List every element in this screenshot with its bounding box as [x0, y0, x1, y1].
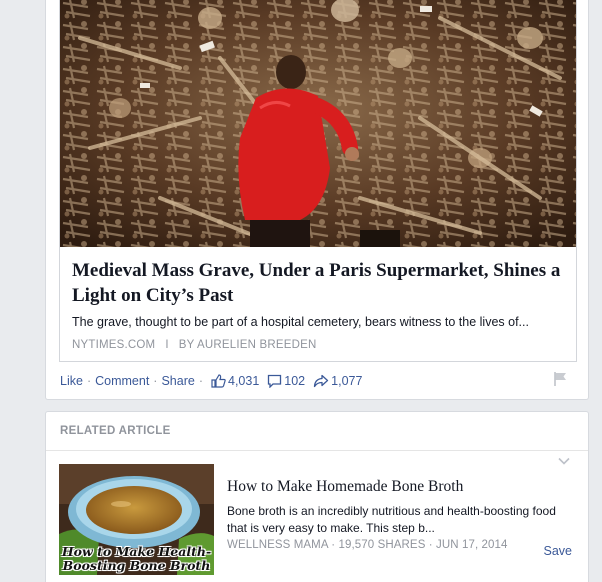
article-author: BY AURELIEN BREEDEN [178, 339, 317, 351]
related-article-card: RELATED ARTICLE How to Make Health- Boos… [45, 411, 589, 582]
separator-dot: · [198, 374, 203, 388]
article-title[interactable]: Medieval Mass Grave, Under a Paris Super… [72, 258, 566, 308]
news-feed: Medieval Mass Grave, Under a Paris Super… [0, 0, 602, 582]
shared-link-preview[interactable]: Medieval Mass Grave, Under a Paris Super… [59, 0, 577, 362]
related-article-header: RELATED ARTICLE [46, 412, 588, 451]
related-article-meta: WELLNESS MAMA · 19,570 SHARES · JUN 17, … [227, 539, 508, 551]
related-article-description: Bone broth is an incredibly nutritious a… [227, 504, 556, 535]
flag-icon [554, 372, 566, 386]
report-flag-button[interactable] [552, 371, 568, 392]
thumbnail-caption: How to Make Health- Boosting Bone Broth [59, 545, 214, 573]
share-button[interactable]: Share [161, 374, 194, 388]
shares-count: 1,077 [331, 374, 363, 388]
shares-count-link[interactable]: 1,077 [313, 374, 362, 388]
feed-post-card: Medieval Mass Grave, Under a Paris Super… [45, 0, 589, 400]
chevron-down-icon [558, 457, 570, 465]
related-article-text: How to Make Homemade Bone Broth Bone bro… [227, 478, 572, 551]
article-source-line: NYTIMES.COM I BY AURELIEN BREEDEN [72, 339, 566, 351]
source-separator: I [165, 339, 169, 351]
options-menu-button[interactable] [558, 452, 570, 470]
separator-dot: · [86, 374, 92, 388]
like-button[interactable]: Like [60, 374, 83, 388]
article-text-block: Medieval Mass Grave, Under a Paris Super… [72, 258, 566, 351]
related-article-title[interactable]: How to Make Homemade Bone Broth [227, 478, 572, 496]
article-source: NYTIMES.COM [72, 339, 156, 351]
post-actions-bar: Like · Comment · Share · 4,031 102 1,077 [60, 374, 362, 388]
excavation-photo [60, 0, 576, 247]
likes-count: 4,031 [228, 374, 260, 388]
save-button[interactable]: Save [544, 544, 573, 558]
share-arrow-icon [313, 374, 329, 388]
comment-bubble-icon [268, 374, 282, 388]
article-description: The grave, thought to be part of a hospi… [72, 315, 529, 329]
thumbnail-caption-line1: How to Make Health- [61, 544, 212, 559]
thumbs-up-icon [211, 374, 226, 388]
thumbnail-caption-line2: Boosting Bone Broth [62, 558, 211, 573]
related-article-thumbnail[interactable]: How to Make Health- Boosting Bone Broth [59, 464, 214, 575]
comments-count: 102 [284, 374, 306, 388]
comment-button[interactable]: Comment [95, 374, 149, 388]
comments-count-link[interactable]: 102 [267, 374, 305, 388]
article-image[interactable] [60, 0, 576, 247]
separator-dot: · [153, 374, 158, 388]
likes-count-link[interactable]: 4,031 [211, 374, 259, 388]
